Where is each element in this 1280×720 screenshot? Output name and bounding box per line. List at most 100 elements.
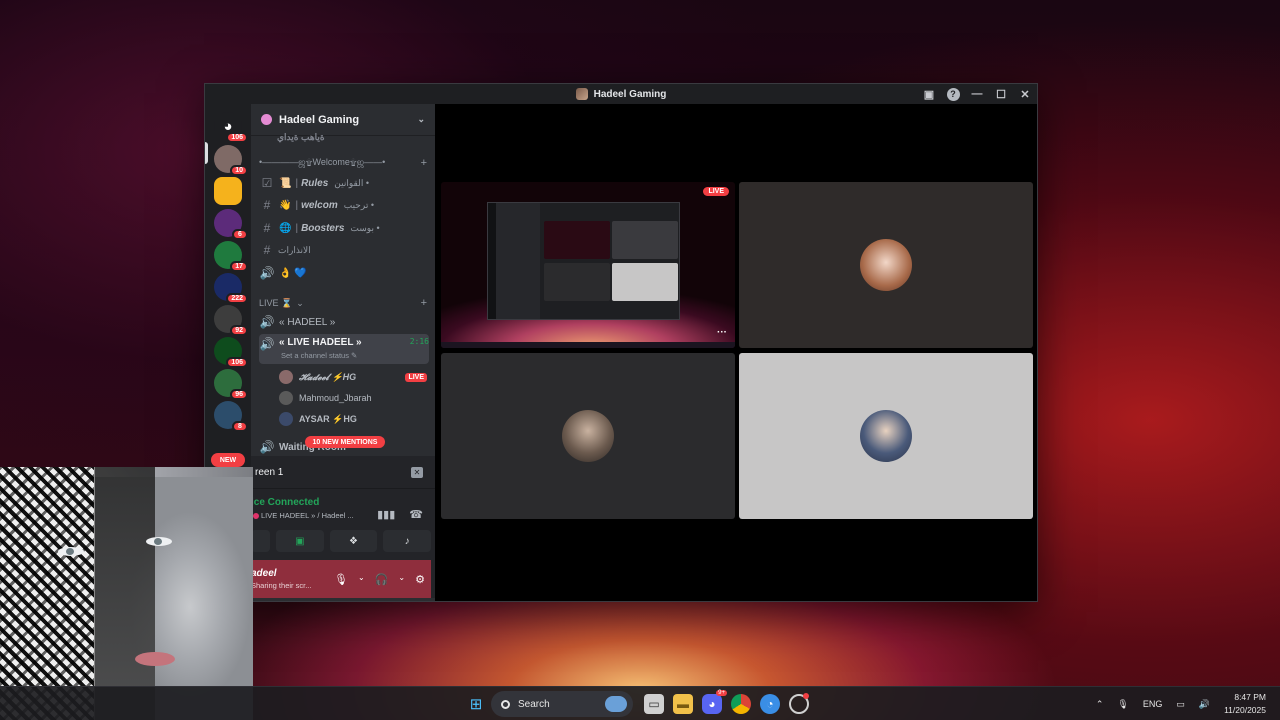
new-mentions-pill[interactable]: 10 NEW MENTIONS [305,436,385,448]
task-view-icon[interactable]: ▭ [644,694,664,714]
inbox-icon[interactable]: ▣ [917,84,941,104]
clock-time: 8:47 PM [1234,692,1266,702]
user-info[interactable]: adeel Sharing their scr... [251,568,311,590]
volume-icon[interactable]: 🔊 [1199,699,1210,710]
windows-start-icon[interactable]: ⊞ [466,694,486,714]
channel-warnings[interactable]: # الانذارات [259,240,429,260]
channel-welcom[interactable]: # 👋 | welcom ترحيب • [259,195,429,215]
chevron-down-icon[interactable]: ⌄ [358,573,365,586]
minimize-button[interactable]: — [965,84,989,104]
channel-emoji: 👋 [279,199,292,211]
stream-tile[interactable]: LIVE ··· [441,182,735,348]
server-icon[interactable]: 106 [214,337,248,368]
discord-taskbar-icon[interactable]: ◕ 9+ [702,690,727,714]
user-name: Mahmoud_Jbarah [299,393,372,403]
channel-label: welcom [301,199,338,211]
disconnect-icon[interactable]: ☎ [409,508,423,521]
channel-voice-hadeel[interactable]: 🔊 « HADEEL » [259,312,429,332]
participant-tile[interactable] [739,182,1033,348]
server-icon[interactable]: 8 [214,401,248,432]
server-icon[interactable]: 17 [214,241,248,272]
hash-icon: # [263,243,271,257]
set-channel-status[interactable]: Set a channel status ✎ [281,351,357,360]
chrome-icon[interactable] [731,694,751,714]
more-options-icon[interactable]: ··· [717,327,727,338]
help-button[interactable]: ? [941,84,965,104]
channel-boosters[interactable]: # 🌐 | Boosters بوست • [259,218,429,238]
headphones-icon[interactable]: 🎧 [375,573,389,586]
channel-live-hadeel[interactable]: 🔊 « LIVE HADEEL » 2:16 Set a channel sta… [259,334,429,364]
maximize-button[interactable]: ☐ [989,84,1013,104]
server-icon[interactable]: 6 [214,209,248,240]
channel-label: « HADEEL » [279,316,336,328]
screen-share-button[interactable]: ▣ [276,530,324,552]
user-name: adeel [251,568,277,579]
app-icon[interactable] [789,693,809,714]
voice-actions: ▣ ❖ ♪ [251,530,431,552]
server-icon[interactable]: 96 [214,369,248,400]
microphone-icon[interactable]: 🎙 [1117,699,1128,710]
activities-icon: ❖ [349,535,358,547]
unread-badge: 106 [226,132,248,143]
camera-button[interactable] [251,530,271,552]
user-panel: adeel Sharing their scr... 🎙 ⌄ 🎧 ⌄ ⚙ [251,560,431,598]
server-icon[interactable] [214,177,242,205]
add-channel-icon[interactable]: + [421,157,427,169]
avatar [860,410,912,462]
unread-badge: 106 [226,357,248,368]
activities-button[interactable]: ❖ [329,530,378,552]
avatar [279,391,293,405]
voice-connected-label[interactable]: ice Connected [251,497,435,508]
file-explorer-icon[interactable]: ▬ [673,694,693,714]
search-placeholder: Search [518,698,550,710]
screen-share-label: reen 1 [255,466,284,478]
chevron-down-icon[interactable]: ⌄ [398,573,405,586]
browser-icon[interactable]: ◔ [760,694,780,714]
channel-rules[interactable]: ☑ 📜 | Rules القوانين • [259,173,429,193]
channel-arabic-label: القوانين • [334,177,369,188]
close-button[interactable]: ✕ [1013,84,1037,104]
stop-stream-icon[interactable]: ✕ [411,466,423,478]
category-live[interactable]: LIVE ⌛ ⌄ + [259,296,427,310]
webcam-hair [95,467,155,720]
user-name: 𝓗𝓪𝓭𝓮𝓮𝓵 ⚡HG [299,371,357,382]
discord-window: Hadeel Gaming ▣ ? — ☐ ✕ ◕ 106 10 6 17 22… [204,83,1038,602]
chevron-up-icon[interactable]: ⌃ [1096,699,1104,710]
channel-label: « LIVE HADEEL » [279,337,362,348]
voice-user[interactable]: 𝓗𝓪𝓭𝓮𝓮𝓵 ⚡HG LIVE [279,368,427,386]
gear-icon[interactable]: ⚙ [415,573,425,586]
voice-user[interactable]: AYSAR ⚡HG [279,410,427,428]
microphone-icon[interactable]: 🎙 [334,573,348,586]
language-indicator[interactable]: ENG [1143,699,1163,709]
new-unreads-pill[interactable]: NEW [211,453,245,467]
participant-tile[interactable] [739,353,1033,519]
rules-icon: ☑ [261,176,273,190]
direct-messages-button[interactable]: ◕ 106 [214,112,248,143]
server-icon[interactable]: 92 [214,305,248,336]
network-icon[interactable]: ▭ [1176,699,1185,710]
server-icon[interactable]: 10 [214,145,248,176]
category-welcome[interactable]: •————ஜ۩Welcome۩ஜ——• + [259,156,427,170]
live-badge: LIVE [703,187,729,196]
unread-badge: 96 [230,389,248,400]
unread-badge: 8 [232,421,248,432]
add-channel-icon[interactable]: + [421,297,427,309]
voice-stage: LIVE ··· [435,104,1037,601]
soundboard-button[interactable]: ♪ [383,530,431,552]
participant-tile[interactable] [441,353,735,519]
channel-arabic-label: ترحيب • [343,199,374,210]
taskbar-search[interactable]: Search [491,691,633,717]
webcam-eye [58,547,84,556]
channel-arabic-label: الانذارات [278,244,311,255]
channel-name-cutoff: ةياهب ةيداي [277,132,325,142]
signal-icon[interactable]: ▮▮▮ [377,508,395,521]
speaker-icon: 🔊 [259,315,275,329]
channel-voice-emoji[interactable]: 🔊 👌 💙 [259,263,429,283]
unread-badge: 17 [230,261,248,272]
window-title: Hadeel Gaming [593,88,667,100]
server-icon[interactable]: 222 [214,273,248,304]
unread-badge: 6 [232,229,248,240]
channel-emoji: 🌐 [279,222,292,234]
voice-user[interactable]: Mahmoud_Jbarah [279,389,427,407]
clock[interactable]: 8:47 PM 11/20/2025 [1224,691,1266,717]
